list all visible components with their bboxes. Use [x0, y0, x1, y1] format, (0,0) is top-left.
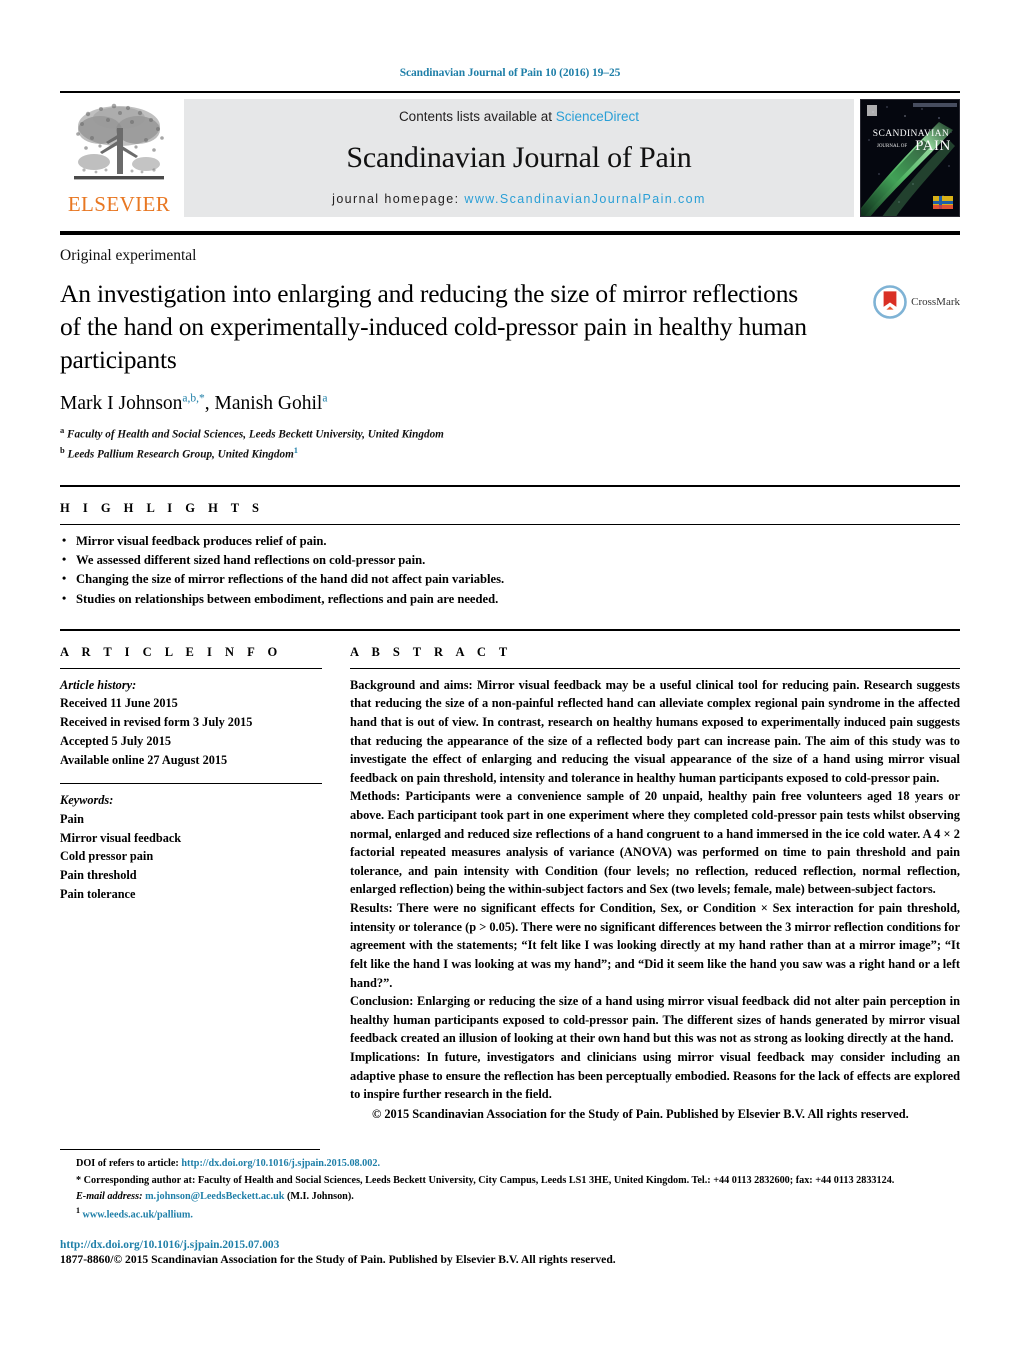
journal-band: Contents lists available at ScienceDirec… — [184, 99, 854, 217]
sciencedirect-link[interactable]: ScienceDirect — [556, 109, 639, 124]
corresponding-text: Corresponding author at: Faculty of Heal… — [81, 1174, 895, 1186]
keyword-item: Pain tolerance — [60, 886, 136, 901]
info-abstract-columns: A R T I C L E I N F O Article history: R… — [60, 631, 960, 1124]
affiliation-a: a Faculty of Health and Social Sciences,… — [60, 424, 960, 444]
abstract-methods: Methods: Participants were a convenience… — [350, 787, 960, 899]
affiliation-marker-a: a — [60, 424, 65, 435]
affiliation-a-text: Faculty of Health and Social Sciences, L… — [67, 428, 444, 441]
title-block: Original experimental CrossMark An inves… — [60, 247, 960, 463]
abstract-rule — [350, 667, 960, 669]
article-doi-link[interactable]: http://dx.doi.org/10.1016/j.sjpain.2015.… — [60, 1239, 960, 1251]
bottom-doi-block: http://dx.doi.org/10.1016/j.sjpain.2015.… — [60, 1239, 960, 1266]
abstract-body: Background and aims: Mirror visual feedb… — [350, 676, 960, 1124]
implications-text: In future, investigators and clinicians … — [350, 1049, 960, 1102]
author-list: Mark I Johnsona,b,*, Manish Gohila — [60, 392, 960, 415]
article-first-page: Scandinavian Journal of Pain 10 (2016) 1… — [0, 0, 1020, 1351]
authors-text: Mark I Johnsona,b,*, Manish Gohila — [60, 392, 328, 414]
list-item: Changing the size of mirror reflections … — [60, 569, 960, 589]
results-label: Results: — [350, 901, 393, 916]
abstract-heading: A B S T R A C T — [350, 644, 513, 659]
implications-label: Implications: — [350, 1049, 421, 1064]
conclusion-label: Conclusion: — [350, 994, 414, 1009]
methods-label: Methods: — [350, 789, 401, 804]
crossmark-badge[interactable]: CrossMark — [873, 285, 960, 319]
footnotes-block: DOI of refers to article: http://dx.doi.… — [60, 1156, 960, 1223]
crossmark-icon — [873, 285, 907, 319]
methods-text: Participants were a convenience sample o… — [350, 789, 960, 897]
affiliation-b: b Leeds Pallium Research Group, United K… — [60, 444, 960, 464]
crossmark-label: CrossMark — [911, 296, 960, 308]
abstract-results: Results: There were no significant effec… — [350, 899, 960, 992]
affiliation-b-text: Leeds Pallium Research Group, United Kin… — [67, 448, 294, 461]
email-label: E-mail address: — [76, 1190, 143, 1202]
article-info-column: A R T I C L E I N F O Article history: R… — [60, 631, 322, 1124]
abstract-background: Background and aims: Mirror visual feedb… — [350, 676, 960, 788]
keywords-rule — [60, 783, 322, 785]
affiliation-marker-b: b — [60, 444, 65, 455]
background-text: Mirror visual feedback may be a useful c… — [350, 677, 960, 785]
history-item: Received in revised form 3 July 2015 — [60, 715, 253, 730]
list-item: Studies on relationships between embodim… — [60, 589, 960, 609]
footnote-email: E-mail address: m.johnson@LeedsBeckett.a… — [60, 1189, 960, 1205]
page-title: An investigation into enlarging and redu… — [60, 279, 807, 375]
history-item: Available online 27 August 2015 — [60, 752, 228, 767]
keyword-item: Pain — [60, 811, 84, 826]
note-link[interactable]: www.leeds.ac.uk/pallium. — [80, 1209, 193, 1220]
svg-text:PAIN: PAIN — [915, 138, 951, 154]
results-text: There were no significant effects for Co… — [350, 901, 960, 990]
article-type: Original experimental — [60, 247, 197, 264]
abstract-copyright: © 2015 Scandinavian Association for the … — [372, 1106, 909, 1121]
running-head: Scandinavian Journal of Pain 10 (2016) 1… — [399, 67, 621, 79]
doi-refers-link[interactable]: http://dx.doi.org/10.1016/j.sjpain.2015.… — [181, 1158, 380, 1169]
affiliations: a Faculty of Health and Social Sciences,… — [60, 424, 960, 463]
journal-cover-image: SCANDINAVIAN JOURNAL OF PAIN — [861, 100, 959, 216]
elsevier-tree-icon — [74, 103, 164, 180]
footnote-note-1: 1 www.leeds.ac.uk/pallium. — [60, 1205, 960, 1224]
article-info-heading: A R T I C L E I N F O — [60, 644, 283, 659]
email-link[interactable]: m.johnson@LeedsBeckett.ac.uk — [143, 1191, 284, 1202]
keyword-item: Pain threshold — [60, 867, 137, 882]
footnote-doi-refers: DOI of refers to article: http://dx.doi.… — [60, 1156, 960, 1172]
issn-copyright-line: 1877-8860/© 2015 Scandinavian Associatio… — [60, 1253, 616, 1267]
highlights-heading: H I G H L I G H T S — [60, 501, 264, 516]
keywords-label: Keywords: — [60, 793, 114, 808]
journal-cover-thumbnail: SCANDINAVIAN JOURNAL OF PAIN — [860, 99, 960, 217]
article-info-rule — [60, 667, 322, 669]
article-history: Article history: Received 11 June 2015 R… — [60, 676, 322, 769]
elsevier-wordmark: ELSEVIER — [67, 192, 171, 216]
keyword-item: Mirror visual feedback — [60, 830, 182, 845]
background-label: Background and aims: — [350, 677, 473, 692]
journal-homepage-link[interactable]: www.ScandinavianJournalPain.com — [464, 192, 705, 206]
abstract-implications: Implications: In future, investigators a… — [350, 1048, 960, 1104]
history-item: Received 11 June 2015 — [60, 696, 178, 711]
doi-refers-label: DOI of refers to article: — [76, 1158, 182, 1170]
abstract-conclusion: Conclusion: Enlarging or reducing the si… — [350, 992, 960, 1048]
highlights-rule — [60, 524, 960, 526]
journal-homepage-line: journal homepage: www.ScandinavianJourna… — [332, 192, 706, 206]
elsevier-logo: ELSEVIER — [60, 99, 178, 217]
article-history-label: Article history: — [60, 677, 137, 692]
contents-prefix: Contents lists available at — [398, 109, 556, 124]
affiliation-footnote-marker[interactable]: 1 — [294, 445, 298, 455]
svg-text:JOURNAL OF: JOURNAL OF — [877, 144, 907, 149]
keywords-block: Keywords: Pain Mirror visual feedback Co… — [60, 791, 322, 903]
list-item: Mirror visual feedback produces relief o… — [60, 531, 960, 551]
email-suffix: (M.I. Johnson). — [284, 1190, 354, 1202]
list-item: We assessed different sized hand reflect… — [60, 550, 960, 570]
conclusion-text: Enlarging or reducing the size of a hand… — [350, 994, 960, 1046]
masthead-divider — [60, 231, 960, 235]
contents-available-line: Contents lists available at ScienceDirec… — [399, 109, 639, 124]
highlights-list: Mirror visual feedback produces relief o… — [60, 531, 960, 609]
abstract-column: A B S T R A C T Background and aims: Mir… — [350, 631, 960, 1124]
keyword-item: Cold pressor pain — [60, 849, 154, 864]
history-item: Accepted 5 July 2015 — [60, 733, 172, 748]
footnote-corresponding-author: * Corresponding author at: Faculty of He… — [60, 1173, 960, 1189]
homepage-prefix: journal homepage: — [332, 192, 465, 206]
footnote-divider — [60, 1149, 320, 1151]
highlights-top-divider — [60, 485, 960, 488]
journal-title: Scandinavian Journal of Pain — [346, 141, 692, 174]
highlights-section: H I G H L I G H T S Mirror visual feedba… — [60, 501, 960, 609]
masthead: ELSEVIER Contents lists available at Sci… — [60, 91, 960, 217]
